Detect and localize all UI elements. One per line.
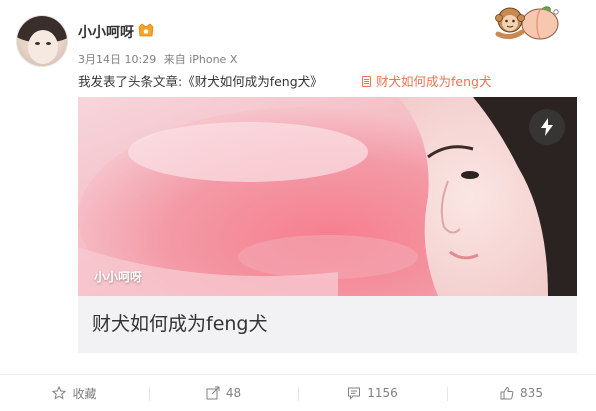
repost-button[interactable]: 48 [149, 375, 298, 411]
cover-photo [78, 97, 577, 296]
post-meta: 3月14日 10:29 来自 iPhone X [78, 51, 241, 67]
article-link-label: 财犬如何成为feng犬 [376, 74, 492, 89]
article-card[interactable]: 小小呵呀 财犬如何成为feng犬 [78, 97, 577, 353]
share-icon [206, 386, 220, 400]
post-text: 我发表了头条文章:《财犬如何成为feng犬》 [78, 74, 323, 89]
action-bar: 收藏 48 1156 835 [0, 375, 596, 411]
like-count: 835 [520, 386, 543, 400]
monkey-peach-sticker-icon [495, 6, 559, 40]
vip-badge-icon[interactable] [137, 23, 155, 38]
lightning-icon [541, 118, 553, 136]
repost-count: 48 [225, 386, 242, 400]
article-cover-image[interactable]: 小小呵呀 [78, 97, 577, 296]
comment-button[interactable]: 1156 [298, 375, 447, 411]
like-button[interactable]: 835 [447, 375, 596, 411]
article-title[interactable]: 财犬如何成为feng犬 [92, 309, 267, 336]
post-timestamp[interactable]: 3月14日 10:29 [78, 53, 156, 66]
star-icon [52, 386, 67, 400]
username-link[interactable]: 小小呵呀 [78, 22, 134, 42]
favorite-label: 收藏 [72, 386, 97, 401]
document-icon [362, 76, 371, 87]
cover-author-label: 小小呵呀 [94, 270, 143, 284]
like-icon [500, 386, 514, 400]
weibo-post-card: 小小呵呀 3月14日 10:29 来自 iPhone X 我发表了头条文章:《财… [0, 0, 596, 411]
comment-count: 1156 [367, 386, 398, 400]
article-link[interactable]: 财犬如何成为feng犬 [362, 71, 491, 90]
avatar[interactable] [16, 15, 68, 67]
comment-icon [348, 387, 361, 400]
flash-button[interactable] [529, 109, 565, 145]
favorite-button[interactable]: 收藏 [0, 375, 149, 411]
post-source: 来自 iPhone X [163, 53, 238, 66]
